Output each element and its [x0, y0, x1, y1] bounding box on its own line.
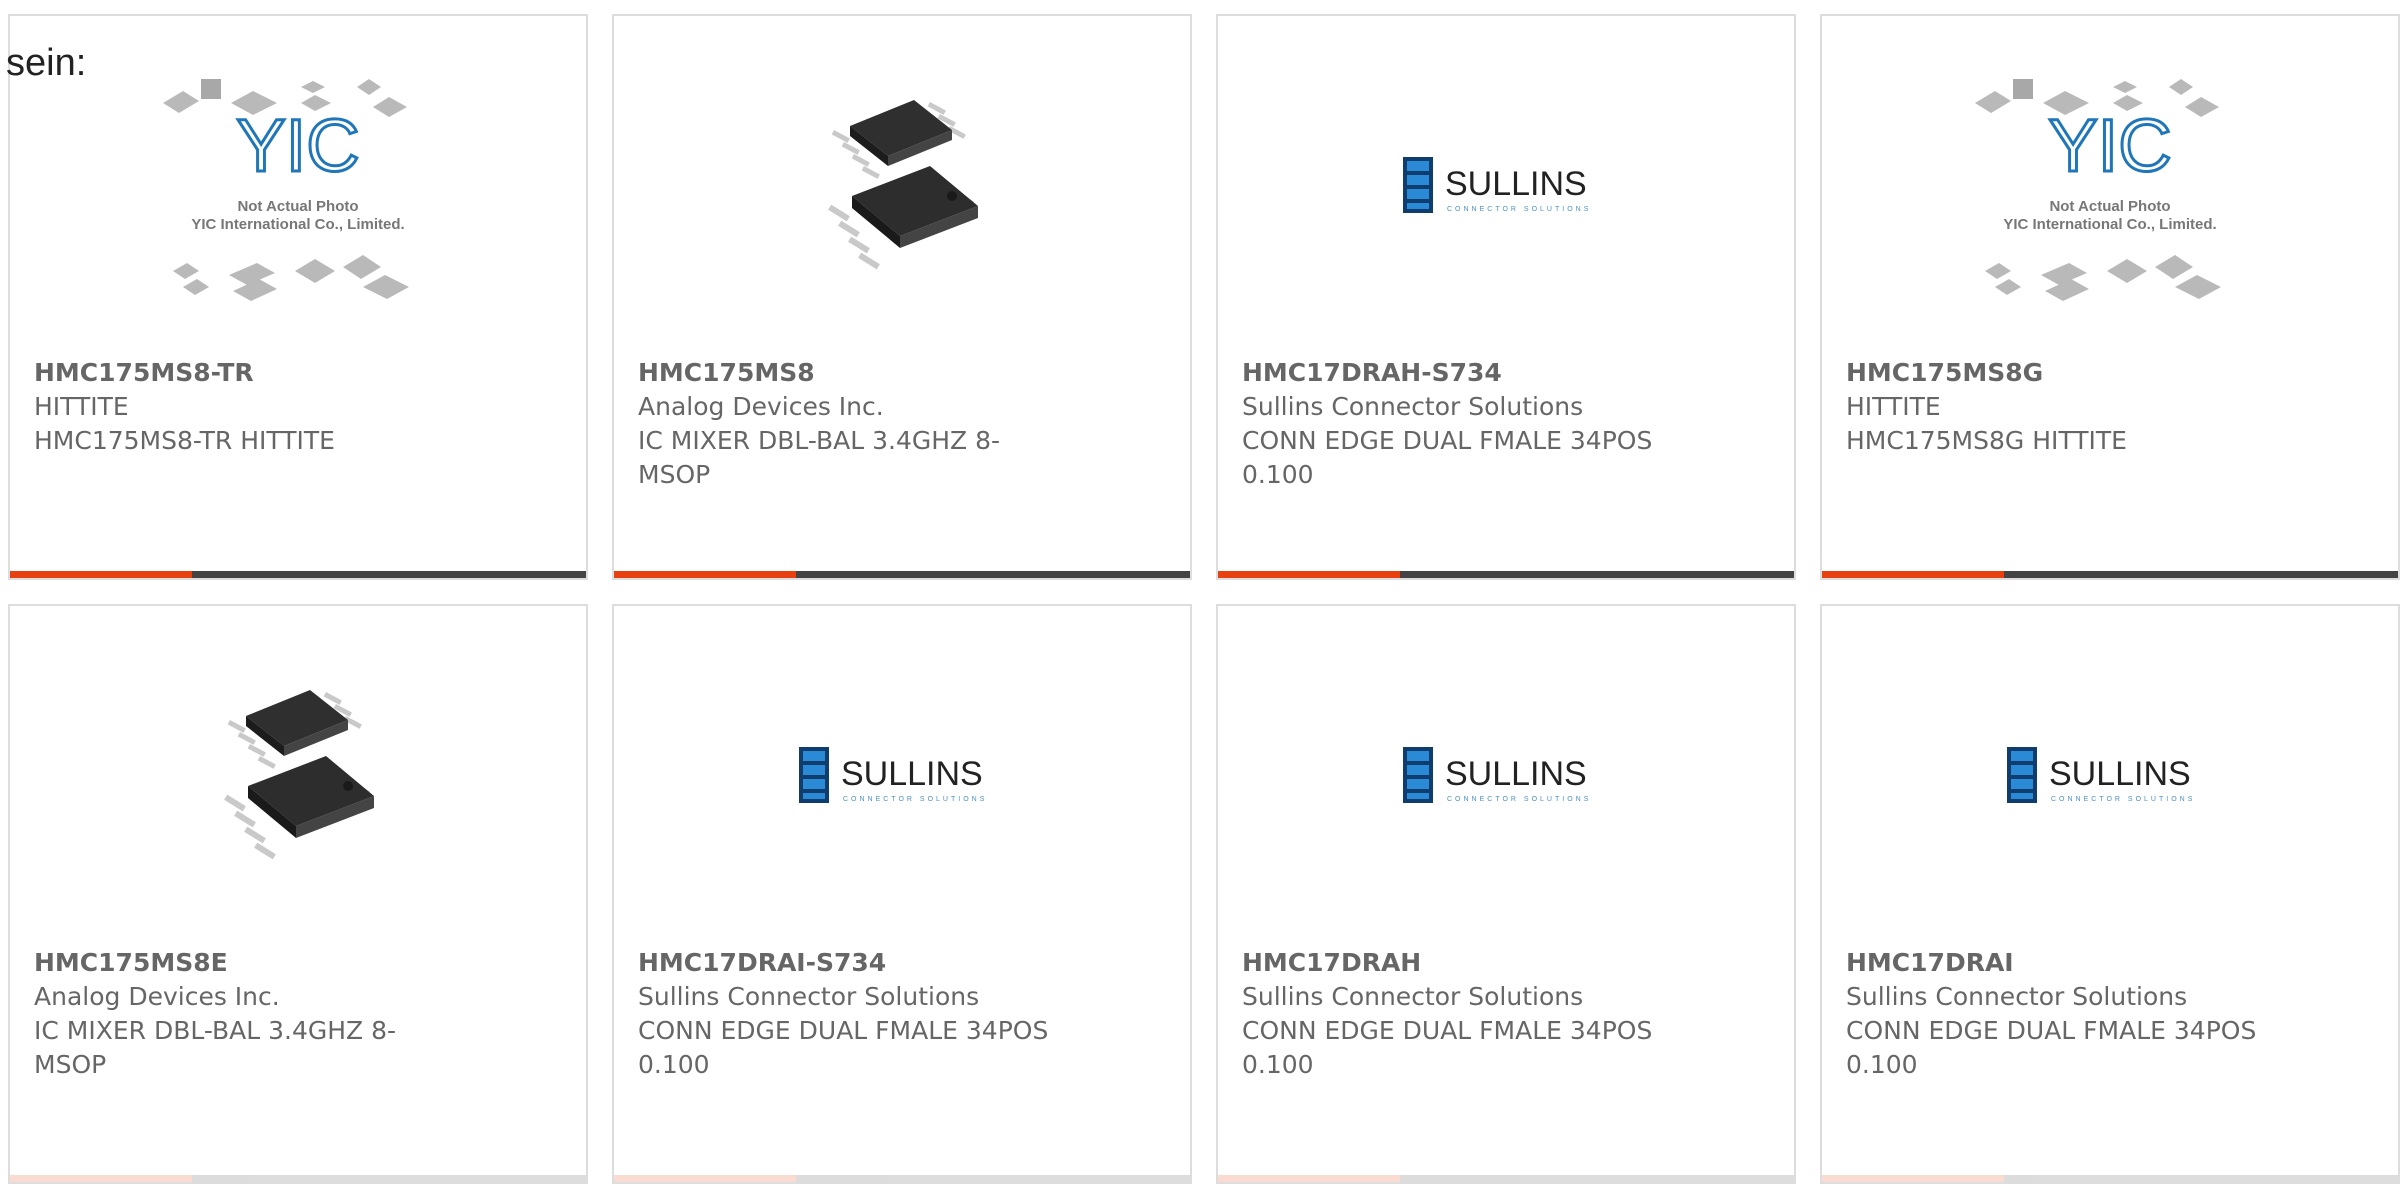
- card-bottom-bar: [614, 1175, 1190, 1182]
- sullins-logo: SULLINS: [841, 755, 983, 793]
- svg-text:CONNECTOR SOLUTIONS: CONNECTOR SOLUTIONS: [1447, 796, 1591, 803]
- description: IC MIXER DBL-BAL 3.4GHZ 8-MSOP: [638, 426, 1001, 489]
- product-info: HMC17DRAH-S734 Sullins Connector Solutio…: [1242, 356, 1672, 492]
- manufacturer: Analog Devices Inc.: [638, 392, 884, 421]
- product-grid: YIC Not Actual Photo YIC International C…: [8, 14, 2400, 580]
- description: CONN EDGE DUAL FMALE 34POS 0.100: [1846, 1016, 2257, 1079]
- card-accent: [614, 571, 796, 578]
- svg-text:CONNECTOR SOLUTIONS: CONNECTOR SOLUTIONS: [1447, 206, 1591, 213]
- part-number[interactable]: HMC175MS8-TR: [34, 356, 464, 390]
- product-image-placeholder[interactable]: YIC Not Actual Photo YIC International C…: [1822, 16, 2398, 356]
- yic-logo: YIC: [236, 104, 359, 187]
- card-accent: [1822, 1175, 2004, 1182]
- manufacturer: Sullins Connector Solutions: [1846, 982, 2188, 1011]
- card-bottom-bar: [1822, 571, 2398, 578]
- card-accent: [1822, 571, 2004, 578]
- product-card[interactable]: HMC175MS8 Analog Devices Inc. IC MIXER D…: [612, 14, 1192, 580]
- svg-text:YIC International Co., Limited: YIC International Co., Limited.: [191, 216, 404, 233]
- product-image-placeholder[interactable]: YIC Not Actual Photo YIC International C…: [10, 16, 586, 356]
- manufacturer: Analog Devices Inc.: [34, 982, 280, 1011]
- card-bottom-bar: [1218, 571, 1794, 578]
- part-number[interactable]: HMC175MS8G: [1846, 356, 2276, 390]
- part-number[interactable]: HMC17DRAI: [1846, 946, 2276, 980]
- manufacturer: HITTITE: [1846, 392, 1941, 421]
- description: HMC175MS8-TR HITTITE: [34, 426, 335, 455]
- product-card[interactable]: YIC Not Actual Photo YIC International C…: [8, 14, 588, 580]
- card-bottom-bar: [10, 1175, 586, 1182]
- product-card[interactable]: SULLINS CONNECTOR SOLUTIONS HMC17DRAI Su…: [1820, 604, 2400, 1184]
- product-image-sullins[interactable]: SULLINS CONNECTOR SOLUTIONS: [1218, 606, 1794, 946]
- manufacturer: Sullins Connector Solutions: [1242, 392, 1584, 421]
- card-accent: [614, 1175, 796, 1182]
- card-bottom-bar: [10, 571, 586, 578]
- product-image-ic[interactable]: [614, 16, 1190, 356]
- product-info: HMC17DRAH Sullins Connector Solutions CO…: [1242, 946, 1672, 1082]
- product-image-ic[interactable]: [10, 606, 586, 946]
- intro-text: sein:: [6, 42, 87, 84]
- sullins-logo: SULLINS: [1445, 755, 1587, 793]
- manufacturer: Sullins Connector Solutions: [638, 982, 980, 1011]
- product-image-sullins[interactable]: SULLINS CONNECTOR SOLUTIONS: [1822, 606, 2398, 946]
- product-info: HMC17DRAI Sullins Connector Solutions CO…: [1846, 946, 2276, 1082]
- product-image-sullins[interactable]: SULLINS CONNECTOR SOLUTIONS: [1218, 16, 1794, 356]
- product-info: HMC175MS8G HITTITE HMC175MS8G HITTITE: [1846, 356, 2276, 458]
- part-number[interactable]: HMC17DRAI-S734: [638, 946, 1068, 980]
- card-accent: [10, 1175, 192, 1182]
- svg-text:Not Actual Photo: Not Actual Photo: [2049, 198, 2170, 215]
- sullins-logo: SULLINS: [2049, 755, 2191, 793]
- product-card[interactable]: SULLINS CONNECTOR SOLUTIONS HMC17DRAH-S7…: [1216, 14, 1796, 580]
- card-accent: [1218, 1175, 1400, 1182]
- svg-text:Not Actual Photo: Not Actual Photo: [237, 198, 358, 215]
- manufacturer: Sullins Connector Solutions: [1242, 982, 1584, 1011]
- svg-text:YIC International Co., Limited: YIC International Co., Limited.: [2003, 216, 2216, 233]
- card-bottom-bar: [1218, 1175, 1794, 1182]
- svg-text:CONNECTOR SOLUTIONS: CONNECTOR SOLUTIONS: [843, 796, 987, 803]
- description: HMC175MS8G HITTITE: [1846, 426, 2127, 455]
- product-info: HMC175MS8-TR HITTITE HMC175MS8-TR HITTIT…: [34, 356, 464, 458]
- part-number[interactable]: HMC17DRAH-S734: [1242, 356, 1672, 390]
- description: CONN EDGE DUAL FMALE 34POS 0.100: [1242, 426, 1653, 489]
- description: CONN EDGE DUAL FMALE 34POS 0.100: [1242, 1016, 1653, 1079]
- product-card[interactable]: HMC175MS8E Analog Devices Inc. IC MIXER …: [8, 604, 588, 1184]
- product-image-sullins[interactable]: SULLINS CONNECTOR SOLUTIONS: [614, 606, 1190, 946]
- card-accent: [10, 571, 192, 578]
- product-card[interactable]: YIC Not Actual Photo YIC International C…: [1820, 14, 2400, 580]
- product-info: HMC175MS8 Analog Devices Inc. IC MIXER D…: [638, 356, 1068, 492]
- product-info: HMC175MS8E Analog Devices Inc. IC MIXER …: [34, 946, 464, 1082]
- svg-text:CONNECTOR SOLUTIONS: CONNECTOR SOLUTIONS: [2051, 796, 2195, 803]
- description: IC MIXER DBL-BAL 3.4GHZ 8-MSOP: [34, 1016, 397, 1079]
- yic-logo: YIC: [2048, 104, 2171, 187]
- part-number[interactable]: HMC175MS8: [638, 356, 1068, 390]
- product-card[interactable]: SULLINS CONNECTOR SOLUTIONS HMC17DRAI-S7…: [612, 604, 1192, 1184]
- sullins-logo: SULLINS: [1445, 165, 1587, 203]
- card-bottom-bar: [1822, 1175, 2398, 1182]
- part-number[interactable]: HMC175MS8E: [34, 946, 464, 980]
- product-grid-row-2: HMC175MS8E Analog Devices Inc. IC MIXER …: [8, 604, 2400, 1184]
- product-card[interactable]: SULLINS CONNECTOR SOLUTIONS HMC17DRAH Su…: [1216, 604, 1796, 1184]
- manufacturer: HITTITE: [34, 392, 129, 421]
- product-info: HMC17DRAI-S734 Sullins Connector Solutio…: [638, 946, 1068, 1082]
- part-number[interactable]: HMC17DRAH: [1242, 946, 1672, 980]
- card-accent: [1218, 571, 1400, 578]
- card-bottom-bar: [614, 571, 1190, 578]
- description: CONN EDGE DUAL FMALE 34POS 0.100: [638, 1016, 1049, 1079]
